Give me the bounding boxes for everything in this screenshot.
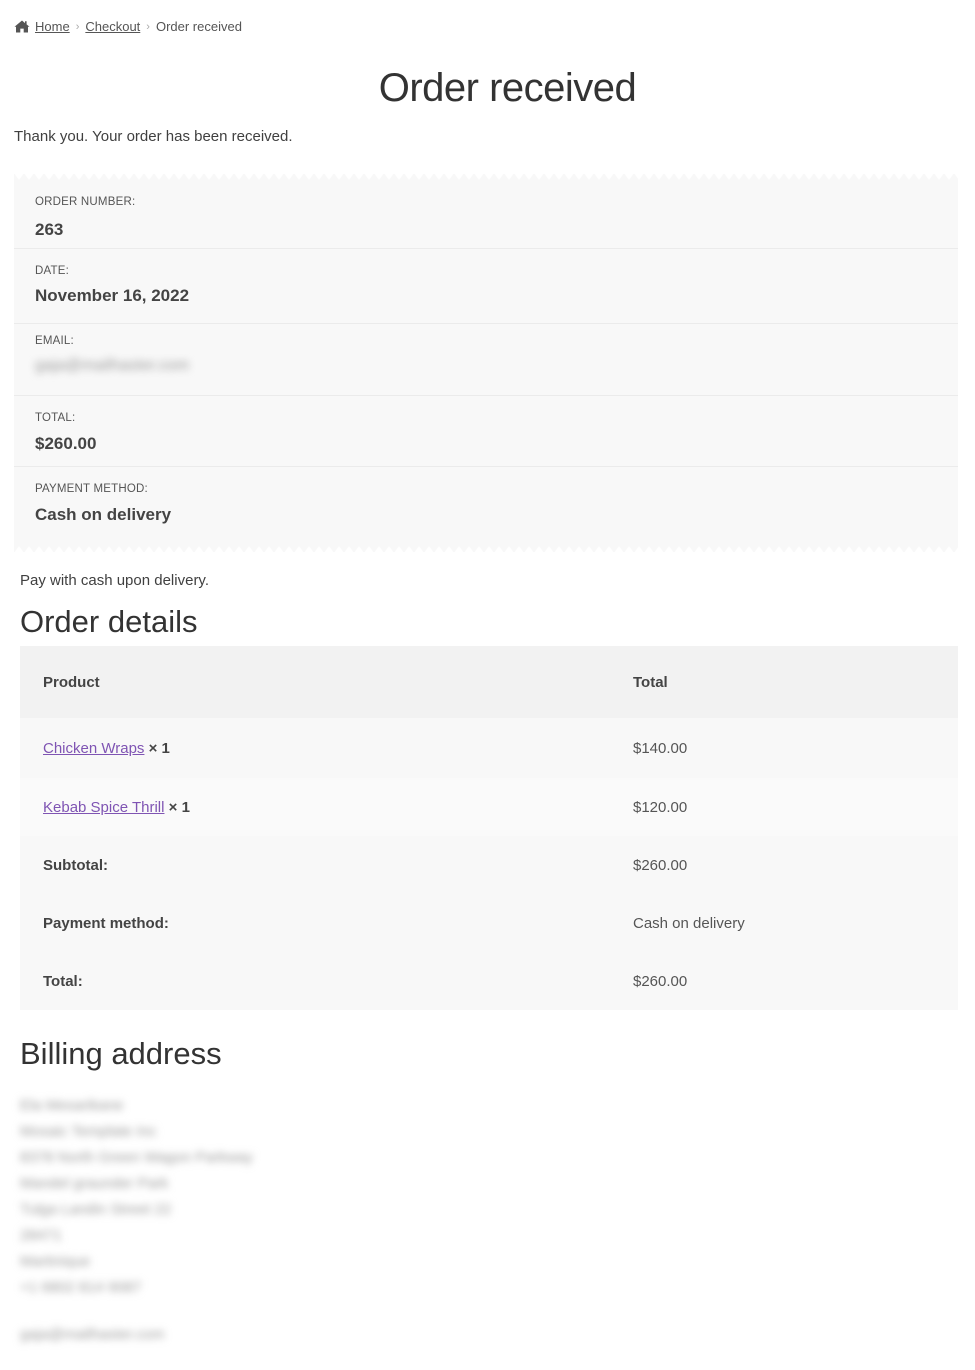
page-title: Order received <box>378 66 637 110</box>
breadcrumb-current: Order received <box>155 19 242 34</box>
order-number-label: ORDER NUMBER: <box>35 196 136 208</box>
subtotal-label: Subtotal: <box>43 856 108 874</box>
billing-line: +1 6802 814 9087 <box>20 1279 142 1296</box>
order-details-table: Product Total Chicken Wraps × 1 $140.00 … <box>20 646 958 1010</box>
billing-address: Ela Mesarikane Mosaic Template Inc 8378 … <box>20 1093 253 1348</box>
order-details-title: Order details <box>20 604 198 639</box>
total-value: $260.00 <box>35 434 97 453</box>
payment-method-row-value: Cash on delivery <box>633 914 745 932</box>
date-label: DATE: <box>35 265 70 277</box>
payment-method-label: PAYMENT METHOD: <box>35 483 148 495</box>
overview-email: EMAIL: gaja@mailhaster.com <box>14 324 958 396</box>
home-icon[interactable] <box>14 20 30 33</box>
order-total-label: Total: <box>43 972 83 990</box>
billing-line: Mandel graunder Park <box>20 1175 169 1192</box>
payment-method-row: Payment method: Cash on delivery <box>20 894 958 952</box>
overview-total: TOTAL: $260.00 <box>14 396 958 467</box>
product-quantity: × 1 <box>148 739 170 757</box>
order-number-value: 263 <box>35 220 64 239</box>
product-link-kebab-spice-thrill[interactable]: Kebab Spice Thrill <box>43 799 164 816</box>
billing-line: Martinique <box>20 1253 91 1270</box>
thank-you-message: Thank you. Your order has been received. <box>14 128 293 145</box>
order-overview: ORDER NUMBER: 263 DATE: November 16, 202… <box>14 173 958 553</box>
billing-email: gaja@mailhaster.com <box>20 1326 165 1343</box>
billing-line: 28471 <box>20 1227 62 1244</box>
table-header-row: Product Total <box>20 646 958 718</box>
total-label: TOTAL: <box>35 412 76 424</box>
product-column-header: Product <box>20 646 633 718</box>
overview-date: DATE: November 16, 2022 <box>14 249 958 324</box>
billing-line: 8378 North Green Wagon Parkway <box>20 1149 253 1166</box>
billing-line: Mosaic Template Inc <box>20 1123 157 1140</box>
breadcrumb: Home › Checkout › Order received <box>14 19 242 34</box>
subtotal-value: $260.00 <box>633 856 688 874</box>
breadcrumb-separator-icon: › <box>75 20 80 33</box>
billing-line: Tulga Landin Street 22 <box>20 1201 172 1218</box>
payment-method-value: Cash on delivery <box>35 505 172 524</box>
table-row: Chicken Wraps × 1 $140.00 <box>20 718 958 778</box>
email-label: EMAIL: <box>35 335 74 347</box>
date-value: November 16, 2022 <box>35 286 190 305</box>
line-total: $140.00 <box>633 739 688 757</box>
email-value: gaja@mailhaster.com <box>35 357 190 374</box>
breadcrumb-checkout-link[interactable]: Checkout <box>85 19 140 34</box>
billing-address-title: Billing address <box>20 1036 222 1071</box>
order-total-value: $260.00 <box>633 972 688 990</box>
breadcrumb-separator-icon: › <box>146 20 150 33</box>
table-row: Kebab Spice Thrill × 1 $120.00 <box>20 778 958 836</box>
overview-order-number: ORDER NUMBER: 263 <box>14 174 958 249</box>
payment-note: Pay with cash upon delivery. <box>20 572 209 589</box>
line-total: $120.00 <box>633 778 958 836</box>
total-column-header: Total <box>633 646 958 718</box>
product-cell: Kebab Spice Thrill × 1 <box>20 778 633 836</box>
product-link-chicken-wraps[interactable]: Chicken Wraps <box>43 740 144 757</box>
subtotal-row: Subtotal: $260.00 <box>20 836 958 894</box>
breadcrumb-home-link[interactable]: Home <box>35 19 70 34</box>
overview-payment-method: PAYMENT METHOD: Cash on delivery <box>14 467 958 552</box>
billing-line: Ela Mesarikane <box>20 1097 124 1114</box>
product-cell: Chicken Wraps × 1 <box>20 718 633 778</box>
order-total-row: Total: $260.00 <box>20 952 958 1010</box>
zigzag-bottom-edge <box>14 543 958 553</box>
payment-method-row-label: Payment method: <box>43 914 169 932</box>
product-quantity: × 1 <box>168 798 190 816</box>
